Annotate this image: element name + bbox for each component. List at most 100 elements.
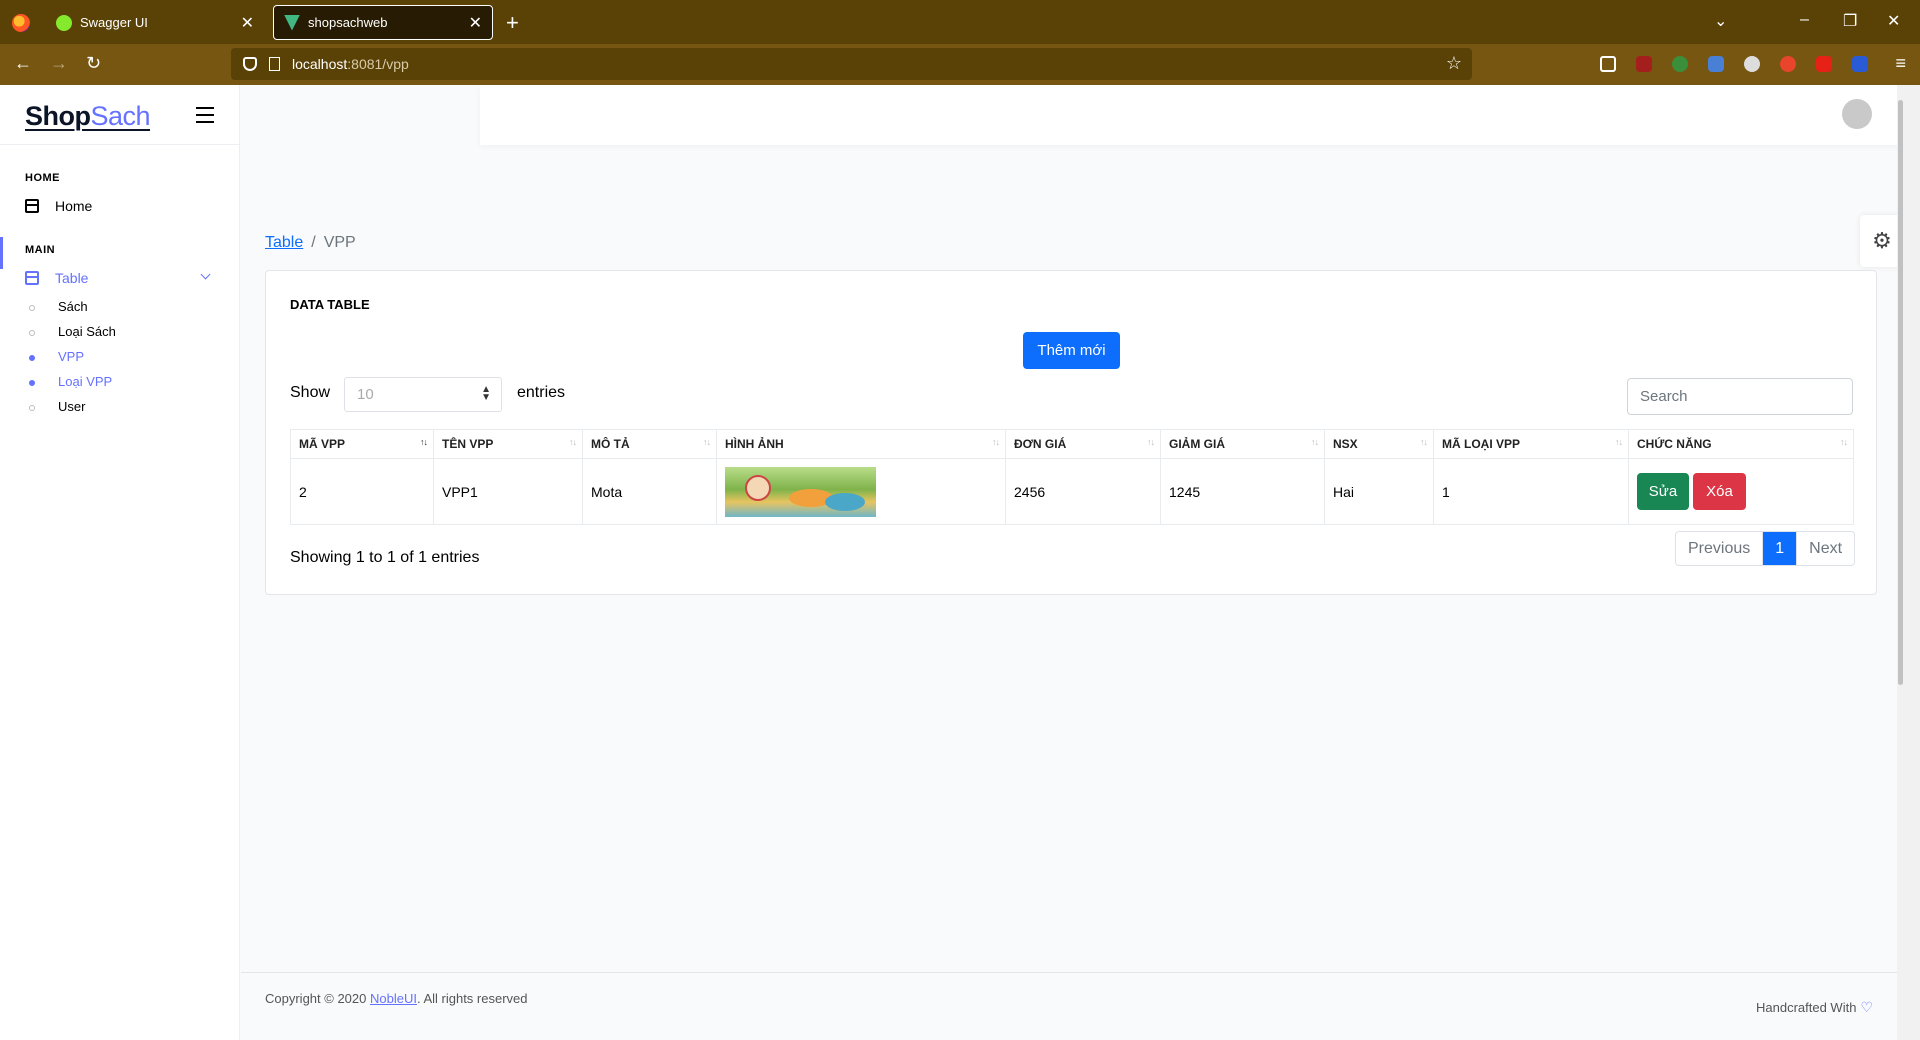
col-don-gia[interactable]: ĐƠN GIÁ ↑↓ — [1005, 429, 1161, 459]
tab-close-icon[interactable]: ✕ — [469, 13, 482, 33]
cell-mo-ta: Mota — [582, 458, 717, 525]
tab-label: shopsachweb — [308, 15, 388, 30]
breadcrumb-link-table[interactable]: Table — [265, 234, 303, 251]
col-chuc-nang[interactable]: CHỨC NĂNG ↑↓ — [1628, 429, 1854, 459]
sidebar-subitem-loai-sach[interactable]: Loại Sách — [58, 324, 116, 339]
tab-close-icon[interactable]: ✕ — [241, 13, 254, 33]
forward-icon[interactable]: → — [50, 53, 68, 74]
reload-icon[interactable]: ↻ — [86, 53, 101, 74]
entries-label: entries — [517, 384, 566, 401]
edit-button[interactable]: Sửa — [1637, 473, 1689, 510]
page-1-button[interactable]: 1 — [1763, 532, 1797, 565]
ublock-icon[interactable] — [1636, 56, 1652, 72]
extension-icon[interactable] — [1744, 56, 1760, 72]
menu-icon[interactable] — [196, 107, 214, 128]
back-icon[interactable]: ← — [14, 53, 32, 74]
sort-icon: ↑↓ — [703, 437, 711, 447]
col-nsx[interactable]: NSX ↑↓ — [1324, 429, 1434, 459]
sort-icon: ↑↓ — [992, 437, 1000, 447]
sidebar: ShopSach HOME Home MAIN Table Sách Loại … — [0, 85, 240, 1040]
close-window-icon[interactable]: ✕ — [1887, 11, 1900, 31]
browser-menu-icon[interactable]: ≡ — [1895, 53, 1906, 74]
previous-button[interactable]: Previous — [1676, 532, 1764, 565]
breadcrumb: Table / VPP — [265, 234, 356, 252]
card-title: DATA TABLE — [290, 297, 370, 312]
sidebar-item-home[interactable]: Home — [25, 198, 92, 214]
swagger-favicon-icon — [56, 14, 72, 31]
cell-giam-gia: 1245 — [1160, 458, 1325, 525]
sidebar-item-label: Table — [55, 270, 89, 286]
scrollbar-thumb[interactable] — [1898, 100, 1903, 685]
tab-shopsachweb[interactable]: shopsachweb ✕ — [273, 5, 493, 40]
product-image — [725, 466, 876, 517]
delete-button[interactable]: Xóa — [1693, 473, 1746, 510]
url-host: localhost — [292, 56, 348, 72]
cell-nsx: Hai — [1324, 458, 1434, 525]
column-label: NSX — [1333, 437, 1358, 451]
sort-icon: ↑↓ — [1147, 437, 1155, 447]
bullet-icon — [29, 305, 35, 311]
col-ma-vpp[interactable]: MÃ VPP ↑↓ — [290, 429, 434, 459]
add-new-button[interactable]: Thêm mới — [1023, 332, 1120, 369]
brand-link[interactable]: NobleUI — [370, 991, 417, 1006]
sort-icon: ↑↓ — [1420, 437, 1428, 447]
star-icon[interactable]: ☆ — [1446, 53, 1462, 74]
url-rest: :8081/vpp — [347, 56, 409, 72]
handcrafted: Handcrafted With ♡ — [1756, 999, 1873, 1016]
col-hinh-anh[interactable]: HÌNH ẢNH ↑↓ — [716, 429, 1006, 459]
restore-icon[interactable]: ❐ — [1843, 11, 1857, 31]
bullet-icon — [29, 380, 35, 386]
page-size-value: 10 — [357, 386, 374, 403]
col-mo-ta[interactable]: MÔ TẢ ↑↓ — [582, 429, 717, 459]
bullet-icon — [29, 355, 35, 361]
sort-icon: ↑↓ — [1840, 437, 1848, 447]
breadcrumb-separator: / — [311, 234, 316, 251]
copyright-prefix: Copyright © 2020 — [265, 991, 370, 1006]
col-ma-loai-vpp[interactable]: MÃ LOẠI VPP ↑↓ — [1433, 429, 1629, 459]
page-size-select[interactable]: 10 ▲ ▼ — [344, 377, 502, 412]
translate-icon[interactable] — [1708, 56, 1724, 72]
col-ten-vpp[interactable]: TÊN VPP ↑↓ — [433, 429, 583, 459]
nav-category-home: HOME — [25, 172, 60, 184]
sidebar-subitem-loai-vpp[interactable]: Loại VPP — [58, 374, 112, 389]
copyright: Copyright © 2020 NobleUI. All rights res… — [265, 991, 528, 1006]
table-info: Showing 1 to 1 of 1 entries — [290, 549, 480, 566]
footer: Copyright © 2020 NobleUI. All rights res… — [241, 972, 1897, 1040]
url-bar[interactable]: localhost:8081/vpp ☆ — [231, 48, 1472, 80]
table-row: 2 VPP1 Mota 2456 1245 Hai 1 Sửa Xóa — [290, 458, 1854, 525]
table-icon — [25, 271, 39, 285]
logo-bold: Shop — [25, 101, 91, 131]
sidebar-subitem-sach[interactable]: Sách — [58, 299, 88, 314]
show-label: Show — [290, 384, 331, 401]
tab-label: Swagger UI — [80, 15, 148, 30]
avatar[interactable] — [1842, 99, 1872, 129]
sidebar-subitem-vpp[interactable]: VPP — [58, 349, 84, 364]
cell-chuc-nang: Sửa Xóa — [1628, 458, 1854, 525]
shield-icon[interactable] — [243, 57, 257, 71]
new-tab-icon[interactable]: + — [506, 10, 519, 36]
handcrafted-label: Handcrafted With — [1756, 1000, 1857, 1015]
firefox-icon[interactable] — [12, 14, 30, 32]
pocket-icon[interactable] — [1600, 56, 1616, 72]
heart-icon: ♡ — [1860, 999, 1873, 1015]
chevron-down-icon[interactable] — [200, 269, 211, 280]
cell-hinh-anh — [716, 458, 1006, 525]
sidebar-subitem-user[interactable]: User — [58, 399, 85, 414]
sidebar-item-table[interactable]: Table — [25, 270, 88, 286]
extension-icon[interactable] — [1852, 56, 1868, 72]
extension-icon[interactable] — [1672, 56, 1688, 72]
youtube-icon[interactable] — [1816, 56, 1832, 72]
sidebar-item-label: Home — [55, 198, 93, 214]
nav-category-main: MAIN — [25, 244, 56, 256]
table-header-row: MÃ VPP ↑↓ TÊN VPP ↑↓ MÔ TẢ ↑↓ HÌNH ẢNH ↑↓ ĐƠ… — [290, 429, 1854, 459]
sidebar-header: ShopSach — [0, 85, 239, 145]
col-giam-gia[interactable]: GIẢM GIÁ ↑↓ — [1160, 429, 1325, 459]
extension-icon[interactable] — [1780, 56, 1796, 72]
search-input[interactable]: Search — [1627, 378, 1853, 415]
brand-logo[interactable]: ShopSach — [25, 101, 151, 132]
minimize-icon[interactable]: – — [1800, 11, 1809, 29]
list-tabs-icon[interactable]: ⌄ — [1714, 11, 1727, 31]
bullet-icon — [29, 405, 35, 411]
next-button[interactable]: Next — [1796, 532, 1854, 565]
tab-swagger[interactable]: Swagger UI ✕ — [46, 5, 264, 40]
